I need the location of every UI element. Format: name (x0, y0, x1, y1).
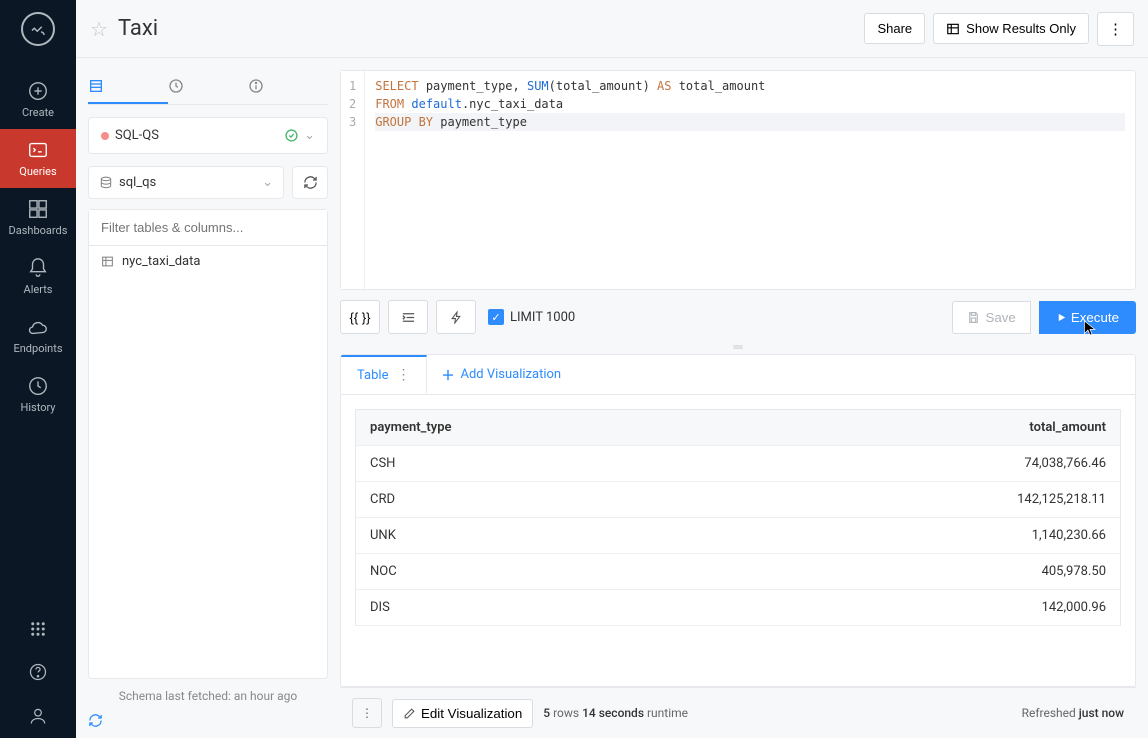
results-panel: Table ⋮ ＋ Add Visualization payment_type… (340, 354, 1136, 687)
table-row: DIS142,000.96 (356, 590, 1121, 626)
plus-icon: ＋ (441, 365, 454, 384)
kebab-icon[interactable]: ⋮ (396, 367, 410, 383)
execute-button[interactable]: Execute (1039, 301, 1136, 334)
clock-icon (27, 375, 49, 397)
limit-checkbox[interactable]: ✓ LIMIT 1000 (488, 309, 575, 325)
datasource-status-dot (101, 132, 109, 140)
add-visualization-button[interactable]: ＋ Add Visualization (427, 355, 575, 394)
chevron-down-icon: ⌄ (304, 128, 315, 143)
info-icon (248, 78, 328, 94)
side-tabs (88, 70, 328, 105)
nav-label: Create (22, 106, 54, 119)
column-header[interactable]: total_amount (726, 410, 1121, 446)
cloud-icon (27, 316, 49, 338)
share-button[interactable]: Share (864, 13, 925, 44)
nav-label: Dashboards (9, 224, 68, 237)
dashboard-icon (27, 198, 49, 220)
nav-endpoints[interactable]: Endpoints (0, 306, 76, 365)
sql-editor[interactable]: 123 SELECT payment_type, SUM(total_amoun… (340, 70, 1136, 290)
database-icon (99, 176, 113, 190)
nav-create[interactable]: Create (0, 70, 76, 129)
nav-help[interactable] (0, 650, 76, 694)
star-icon[interactable]: ☆ (90, 17, 108, 41)
table-row: CSH74,038,766.46 (356, 446, 1121, 482)
play-icon (1056, 312, 1067, 323)
limit-label: LIMIT 1000 (510, 310, 575, 325)
parameters-button[interactable]: {{ }} (340, 300, 380, 334)
braces-label: {{ }} (350, 310, 371, 325)
footer-menu-button[interactable]: ⋮ (352, 698, 382, 728)
page-title: Taxi (118, 16, 158, 41)
nav-queries[interactable]: Queries (0, 129, 76, 188)
check-circle-icon (285, 129, 298, 142)
plus-circle-icon (27, 80, 49, 102)
kebab-icon: ⋮ (361, 706, 373, 720)
runtime-value: 14 seconds (582, 706, 644, 720)
list-icon (88, 78, 168, 94)
save-icon (967, 311, 980, 324)
results-footer: ⋮ Edit Visualization 5 rows 14 seconds r… (340, 687, 1136, 738)
nav-user[interactable] (0, 694, 76, 738)
side-tab-info[interactable] (248, 70, 328, 104)
table-row: NOC405,978.50 (356, 554, 1121, 590)
page-header: ☆ Taxi Share Show Results Only ⋮ (76, 0, 1148, 58)
results-tab-table[interactable]: Table ⋮ (341, 355, 427, 393)
schema-panel: SQL-QS ⌄ sql_qs ⌄ (76, 58, 340, 738)
user-icon (28, 706, 48, 726)
schema-last-fetched: Schema last fetched: an hour ago (88, 679, 328, 713)
nav-rail: Create Queries Dashboards Alerts Endpoin… (0, 0, 76, 738)
nav-alerts[interactable]: Alerts (0, 247, 76, 306)
resize-handle[interactable]: ═ (340, 344, 1136, 350)
header-menu-button[interactable]: ⋮ (1097, 12, 1134, 46)
terminal-icon (27, 139, 49, 161)
schema-name: sql_qs (119, 175, 256, 190)
nav-apps[interactable] (0, 608, 76, 650)
nav-label: Queries (19, 165, 56, 178)
grid-dots-icon (29, 620, 47, 638)
checkbox-checked-icon: ✓ (488, 309, 504, 325)
nav-dashboards[interactable]: Dashboards (0, 188, 76, 247)
clock-icon (168, 78, 248, 94)
indent-icon (401, 310, 416, 325)
schema-refresh-link[interactable] (88, 713, 328, 738)
app-logo[interactable] (21, 12, 55, 46)
nav-label: Endpoints (13, 342, 62, 355)
nav-label: History (21, 401, 56, 414)
edit-visualization-button[interactable]: Edit Visualization (392, 699, 533, 728)
table-list: nyc_taxi_data (88, 246, 328, 679)
lightning-icon (450, 311, 463, 324)
autocomplete-button[interactable] (436, 300, 476, 334)
datasource-name: SQL-QS (115, 128, 279, 143)
bell-icon (27, 257, 49, 279)
save-button[interactable]: Save (952, 301, 1030, 334)
nav-label: Alerts (24, 283, 53, 296)
edit-icon (403, 707, 416, 720)
side-tab-schema[interactable] (88, 70, 168, 104)
format-button[interactable] (388, 300, 428, 334)
table-icon (101, 255, 114, 268)
row-count: 5 (543, 706, 550, 720)
help-icon (28, 662, 48, 682)
side-tab-history[interactable] (168, 70, 248, 104)
results-table: payment_typetotal_amount CSH74,038,766.4… (355, 409, 1121, 626)
refresh-icon (303, 175, 318, 190)
table-row: CRD142,125,218.11 (356, 482, 1121, 518)
refreshed-value: just now (1079, 706, 1124, 720)
datasource-select[interactable]: SQL-QS ⌄ (89, 118, 327, 153)
nav-history[interactable]: History (0, 365, 76, 424)
refresh-schema-button[interactable] (292, 166, 328, 199)
chevron-down-icon: ⌄ (262, 175, 273, 190)
table-row: UNK1,140,230.66 (356, 518, 1121, 554)
schema-select[interactable]: sql_qs ⌄ (88, 166, 284, 199)
table-item[interactable]: nyc_taxi_data (89, 246, 327, 277)
kebab-icon: ⋮ (1108, 21, 1123, 38)
filter-tables-input[interactable] (89, 210, 327, 245)
editor-action-bar: {{ }} ✓ LIMIT 1000 (340, 290, 1136, 344)
table-icon (946, 22, 960, 36)
column-header[interactable]: payment_type (356, 410, 726, 446)
show-results-only-button[interactable]: Show Results Only (933, 13, 1089, 44)
